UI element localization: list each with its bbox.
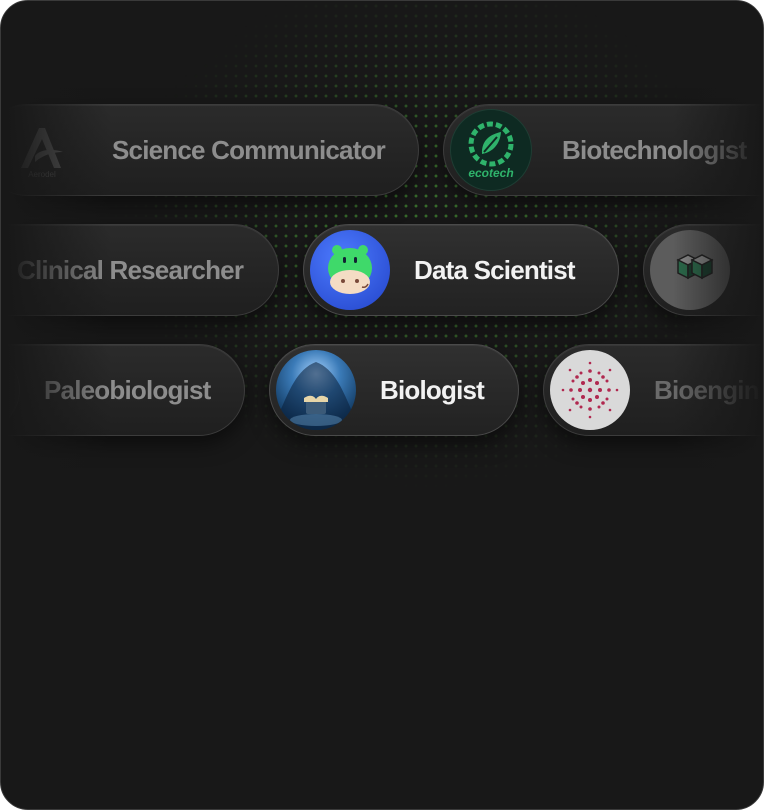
ecotech-logo-text: ecotech (468, 166, 514, 180)
role-label: Bioengin (654, 374, 760, 405)
role-pill-biologist[interactable]: Biologist (269, 344, 519, 436)
aerodel-logo-text: Aerodel (28, 169, 56, 179)
role-pill-biotechnologist[interactable]: ecotech Biotechnologist (443, 104, 763, 196)
role-label: Biologist (380, 374, 485, 405)
aerodel-logo-icon: Aerodel (2, 110, 82, 190)
cave-book-image (276, 350, 356, 430)
cubes-icon (650, 230, 730, 310)
hippo-mascot-icon (310, 230, 390, 310)
role-label: Paleobiologist (44, 374, 211, 405)
role-pill-science-communicator[interactable]: Aerodel Science Communicator (1, 104, 419, 196)
role-carousel-card: Aerodel Science Communicator ecotech Bio… (0, 0, 764, 810)
ecotech-logo-icon: ecotech (450, 109, 532, 191)
role-label: Clinical Researcher (17, 254, 244, 285)
radial-dots-icon (550, 350, 630, 430)
paleobiologist-avatar (1, 349, 20, 431)
role-label: Data Scientist (414, 254, 576, 285)
role-pill-clinical-researcher[interactable]: Clinical Researcher (1, 224, 279, 316)
role-pill-data-scientist[interactable]: Data Scientist (303, 224, 619, 316)
role-pill-bioengineer[interactable]: Bioengin (543, 344, 763, 436)
role-label: Biotechnologist (562, 134, 747, 165)
role-pill-paleobiologist[interactable]: Paleobiologist (1, 344, 245, 436)
role-label: Science Communicator (112, 134, 386, 165)
role-pill-cube-partner[interactable] (643, 224, 763, 316)
